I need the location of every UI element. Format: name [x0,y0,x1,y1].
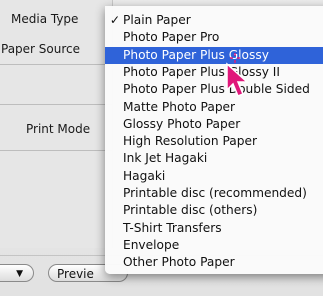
media-type-option[interactable]: ✓ Plain Paper [105,12,323,29]
section-divider [0,104,112,105]
print-mode-divider [0,150,112,151]
pdf-menu-button[interactable]: ▼ [0,264,34,282]
media-type-option[interactable]: Hagaki [105,168,323,185]
media-type-option-label: Glossy Photo Paper [123,116,241,131]
media-type-option-label: Other Photo Paper [123,255,235,270]
cursor-sparkle [230,52,240,63]
media-type-option-label: Photo Paper Pro [123,30,220,45]
media-type-option[interactable]: T-Shirt Transfers [105,220,323,237]
media-type-option[interactable]: Glossy Photo Paper [105,116,323,133]
print-dialog: Media Type Paper Source Print Mode ▼ Pre… [0,0,323,296]
pointer-arrow-icon [226,62,249,97]
paper-source-label: Paper Source [1,42,81,56]
media-type-option-label: Plain Paper [123,13,191,27]
media-type-option-label: Photo Paper Plus Glossy II [123,64,280,79]
media-type-option[interactable]: Other Photo Paper [105,254,323,271]
media-type-option-label: Printable disc (others) [123,203,258,218]
media-type-dropdown-menu[interactable]: ✓ Plain Paper Photo Paper Pro Photo Paper P… [105,6,323,274]
media-type-option[interactable]: Envelope [105,237,323,254]
media-type-label: Media Type [11,12,79,26]
media-type-option[interactable]: Matte Photo Paper [105,99,323,116]
media-type-option-label: T-Shirt Transfers [123,220,222,235]
media-type-option-label: Printable disc (recommended) [123,186,307,200]
media-type-option[interactable]: Ink Jet Hagaki [105,150,323,167]
paper-source-divider [0,64,112,65]
settings-panel: Media Type Paper Source Print Mode [0,0,113,248]
media-type-option[interactable]: Photo Paper Pro [105,29,323,46]
media-type-option-label: Photo Paper Plus Double Sided [123,82,310,97]
preview-button-label: Previe [57,267,94,281]
chevron-down-icon: ▼ [16,269,23,279]
media-type-option[interactable]: Photo Paper Plus Double Sided [105,81,323,98]
print-mode-label: Print Mode [26,122,91,136]
media-type-option[interactable]: Printable disc (others) [105,202,323,219]
media-type-option[interactable]: Printable disc (recommended) [105,185,323,202]
media-type-option-label: Ink Jet Hagaki [123,151,208,166]
checkmark-icon: ✓ [109,13,121,27]
media-type-option-label: High Resolution Paper [123,134,257,149]
media-type-option-label: Envelope [123,237,180,252]
media-type-option[interactable]: Photo Paper Plus Glossy II [105,64,323,81]
media-type-option-label: Matte Photo Paper [123,99,236,114]
media-type-option[interactable]: Photo Paper Plus Glossy [105,46,323,64]
media-type-option[interactable]: High Resolution Paper [105,133,323,150]
media-type-option-label: Hagaki [123,168,166,183]
